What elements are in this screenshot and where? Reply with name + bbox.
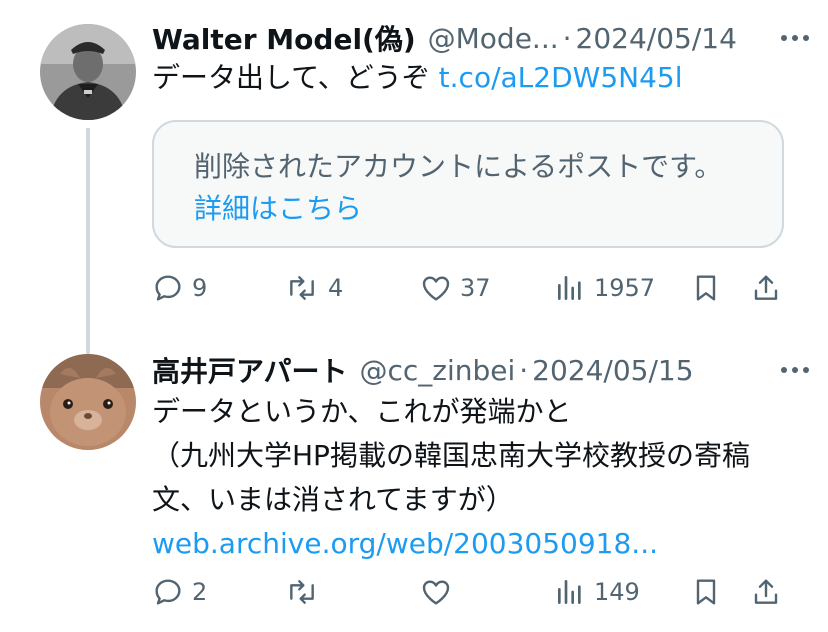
share-icon xyxy=(754,275,778,300)
author-handle[interactable]: @cc_zinbei xyxy=(359,354,515,387)
post-date[interactable]: 2024/05/15 xyxy=(532,354,693,387)
repost-button[interactable] xyxy=(284,570,328,614)
deleted-notice-text: 削除されたアカウントによるポストです。 xyxy=(194,150,723,183)
separator-dot: · xyxy=(562,21,572,55)
reply-count: 2 xyxy=(192,578,208,606)
like-icon xyxy=(422,580,450,605)
tweet-text: データ出して、どうぞ t.co/aL2DW5N45l xyxy=(152,56,782,100)
reply-count: 9 xyxy=(192,274,208,302)
share-icon xyxy=(754,579,778,604)
avatar[interactable] xyxy=(40,24,136,120)
tweet-link[interactable]: web.archive.org/web/2003050918... xyxy=(152,527,658,560)
bookmark-icon xyxy=(696,579,716,605)
action-bar: 2 149 xyxy=(152,570,792,614)
repost-count: 4 xyxy=(328,274,344,302)
tweet-header: 高井戸アパート @cc_zinbei · 2024/05/15 xyxy=(152,350,812,390)
post-date[interactable]: 2024/05/14 xyxy=(576,22,737,55)
bookmark-icon xyxy=(696,275,716,301)
avatar-officer-photo xyxy=(40,24,136,120)
repost-icon xyxy=(290,580,314,604)
reply-button[interactable]: 2 xyxy=(152,570,207,614)
like-button[interactable]: 37 xyxy=(420,266,491,310)
tweet-text: データというか、これが発端かと （九州大学HP掲載の韓国忠南大学校教授の寄稿文、… xyxy=(152,390,782,566)
author-name[interactable]: Walter Model(偽) xyxy=(152,18,416,58)
views-button[interactable]: 1957 xyxy=(554,266,655,310)
author-name[interactable]: 高井戸アパート xyxy=(152,350,347,390)
separator-dot: · xyxy=(519,353,529,387)
bookmark-button[interactable] xyxy=(690,570,722,614)
like-icon xyxy=(422,276,450,301)
thread-connector-line xyxy=(86,128,90,368)
share-button[interactable] xyxy=(750,266,782,310)
views-icon xyxy=(558,580,581,604)
repost-button[interactable]: 4 xyxy=(284,266,343,310)
more-icon[interactable] xyxy=(778,26,812,50)
reply-button[interactable]: 9 xyxy=(152,266,207,310)
more-icon[interactable] xyxy=(778,358,812,382)
share-button[interactable] xyxy=(750,570,782,614)
action-bar: 9 4 37 1957 xyxy=(152,266,792,310)
views-count: 149 xyxy=(594,578,640,606)
repost-icon xyxy=(290,276,314,300)
views-count: 1957 xyxy=(594,274,656,302)
bookmark-button[interactable] xyxy=(690,266,722,310)
details-link[interactable]: 詳細はこちら xyxy=(194,192,362,225)
reply-icon xyxy=(155,579,181,605)
like-button[interactable] xyxy=(420,570,460,614)
reply-icon xyxy=(155,275,181,301)
like-count: 37 xyxy=(460,274,491,302)
deleted-quote-card: 削除されたアカウントによるポストです。詳細はこちら xyxy=(152,120,784,248)
tweet-header: Walter Model(偽) @Mode... · 2024/05/14 xyxy=(152,18,812,58)
views-button[interactable]: 149 xyxy=(554,570,640,614)
avatar-rabbit-photo xyxy=(40,354,136,450)
tweet-body: データ出して、どうぞ xyxy=(152,61,439,94)
views-icon xyxy=(558,276,581,300)
author-handle[interactable]: @Mode... xyxy=(428,22,559,55)
tweet-body: データというか、これが発端かと （九州大学HP掲載の韓国忠南大学校教授の寄稿文、… xyxy=(152,395,750,516)
tweet-link[interactable]: t.co/aL2DW5N45l xyxy=(439,61,683,94)
avatar[interactable] xyxy=(40,354,136,450)
